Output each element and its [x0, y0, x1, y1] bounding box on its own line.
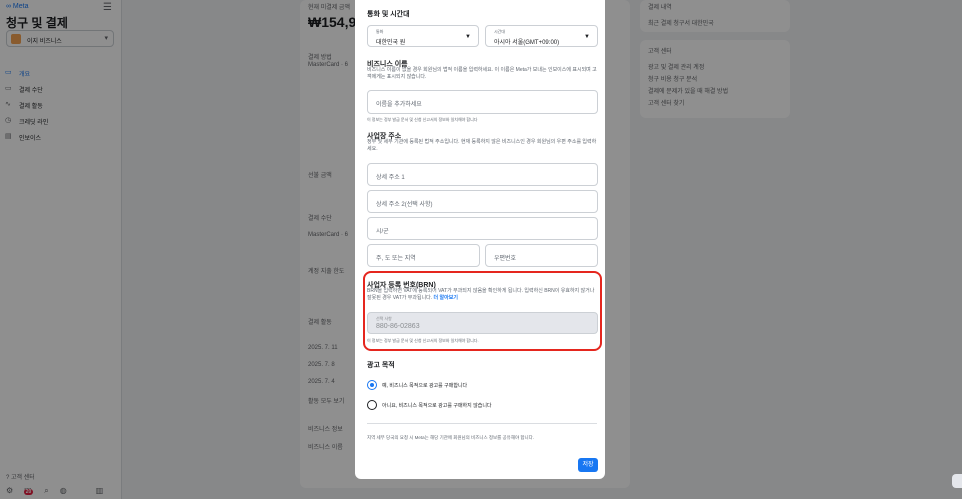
currency-select[interactable]: 통화 대한민국 원 ▼	[367, 25, 479, 47]
caret-down-icon: ▼	[584, 34, 590, 40]
brn-highlight-annotation	[363, 271, 602, 351]
business-info-dialog: 통화 및 시간대 통화 대한민국 원 ▼ 시간대 아시아 서울(GMT+09:0…	[355, 0, 605, 479]
address-line1-input[interactable]: 상세 주소 1	[367, 163, 598, 186]
address-desc: 정부 및 세무 기관에 등록된 법적 주소입니다. 현재 등록하지 않은 비즈니…	[367, 139, 597, 152]
side-tab[interactable]	[952, 474, 962, 488]
address-line2-input[interactable]: 상세 주소 2(선택 사항)	[367, 190, 598, 213]
purpose-yes-radio[interactable]	[367, 380, 377, 390]
timezone-select[interactable]: 시간대 아시아 서울(GMT+09:00) ▼	[485, 25, 598, 47]
ad-purpose-title: 광고 목적	[367, 362, 395, 369]
purpose-yes-label[interactable]: 예, 비즈니스 목적으로 광고를 구매합니다	[382, 382, 467, 389]
business-name-desc: 비즈니스 이름이 없을 경우 회원님의 법적 이름을 입력하세요. 이 이름은 …	[367, 67, 597, 80]
state-input[interactable]: 주, 도 또는 지역	[367, 244, 480, 267]
save-button[interactable]: 저장	[578, 458, 598, 472]
caret-down-icon: ▼	[465, 34, 471, 40]
footer-note: 지역 세무 당국의 요청 시 Meta는 해당 기관에 회원님의 비즈니스 정보…	[367, 435, 535, 440]
divider	[367, 423, 597, 424]
zip-input[interactable]: 우편번호	[485, 244, 598, 267]
currency-tz-title: 통화 및 시간대	[367, 11, 410, 18]
city-input[interactable]: 시/군	[367, 217, 598, 240]
business-name-input[interactable]: 이름을 추가하세요	[367, 90, 598, 114]
purpose-no-radio[interactable]	[367, 400, 377, 410]
business-name-helper: 이 정보는 정부 발급 문서 및 신청 신고서의 정보와 일치해야 합니다	[367, 117, 478, 122]
purpose-no-label[interactable]: 아니요, 비즈니스 목적으로 광고를 구매하지 않습니다	[382, 402, 492, 409]
